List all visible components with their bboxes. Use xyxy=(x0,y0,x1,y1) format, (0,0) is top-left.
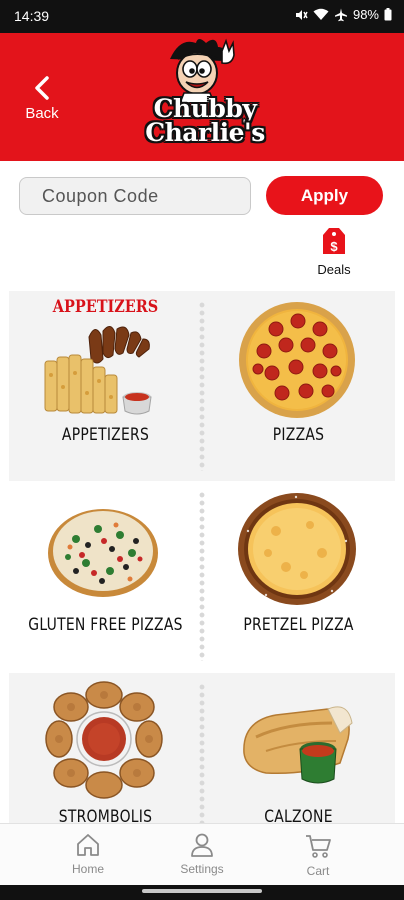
chevron-left-icon xyxy=(35,76,49,100)
veggie-pizza-image xyxy=(48,509,158,597)
logo-line2: Charlie's xyxy=(145,118,265,147)
gesture-handle[interactable] xyxy=(142,889,262,893)
bottom-nav: Home Settings Cart xyxy=(0,823,404,885)
price-tag-icon: $ xyxy=(323,228,345,254)
category-strombolis[interactable]: STROMBOLIS xyxy=(9,673,202,823)
category-label: STROMBOLIS xyxy=(58,807,153,823)
nav-home[interactable]: Home xyxy=(48,832,128,876)
category-gluten-free-pizzas[interactable]: GLUTEN FREE PIZZAS xyxy=(9,481,202,671)
pepperoni-pizza-image xyxy=(239,302,355,418)
nav-cart[interactable]: Cart xyxy=(278,832,358,878)
nav-settings-label: Settings xyxy=(180,862,224,876)
chubby-charlies-logo: Chubby Charlie's xyxy=(140,37,270,159)
category-row: GLUTEN FREE PIZZAS PRETZEL PIZZA xyxy=(9,481,395,671)
status-icons: 98% xyxy=(294,7,392,22)
category-label: PIZZAS xyxy=(272,425,325,445)
apply-button[interactable]: Apply xyxy=(266,176,383,215)
back-label: Back xyxy=(25,105,59,122)
pretzel-pizza-image xyxy=(238,493,356,605)
deals-label: Deals xyxy=(317,262,351,277)
person-icon xyxy=(191,833,213,857)
category-calzone[interactable]: CALZONE xyxy=(202,673,395,823)
category-label: GLUTEN FREE PIZZAS xyxy=(28,615,183,635)
category-label: CALZONE xyxy=(264,807,333,823)
logo-text: Chubby Charlie's xyxy=(140,96,270,147)
battery-icon xyxy=(384,8,392,21)
back-button[interactable]: Back xyxy=(18,75,66,125)
airplane-icon xyxy=(334,8,347,21)
category-row: STROMBOLIS CALZONE xyxy=(9,673,395,823)
status-bar: 14:39 98% xyxy=(0,0,404,33)
calzone-image xyxy=(243,706,353,784)
category-appetizers[interactable]: APPETIZERS APPETIZERS xyxy=(9,291,202,481)
status-time: 14:39 xyxy=(14,8,50,24)
nav-cart-label: Cart xyxy=(306,864,330,878)
stromboli-ring-image xyxy=(45,681,163,799)
category-label: PRETZEL PIZZA xyxy=(243,615,354,635)
wifi-icon xyxy=(313,8,329,20)
category-label: APPETIZERS xyxy=(61,425,150,445)
category-row: APPETIZERS APPETIZERS PIZZAS xyxy=(9,291,395,481)
battery-percent: 98% xyxy=(352,7,379,22)
system-gesture-bar xyxy=(0,885,404,900)
category-pretzel-pizza[interactable]: PRETZEL PIZZA xyxy=(202,481,395,671)
deals-button[interactable]: $ Deals xyxy=(312,226,356,277)
appetizers-image: APPETIZERS xyxy=(43,297,168,421)
cart-icon xyxy=(306,835,331,858)
nav-home-label: Home xyxy=(71,862,104,876)
nav-settings[interactable]: Settings xyxy=(162,832,242,876)
category-pizzas[interactable]: PIZZAS xyxy=(202,291,395,481)
mute-icon xyxy=(295,9,308,20)
app-header: Back Chubby Charlie's xyxy=(0,33,404,161)
home-icon xyxy=(77,834,99,856)
svg-text:$: $ xyxy=(330,239,338,254)
coupon-code-input[interactable] xyxy=(19,177,251,215)
